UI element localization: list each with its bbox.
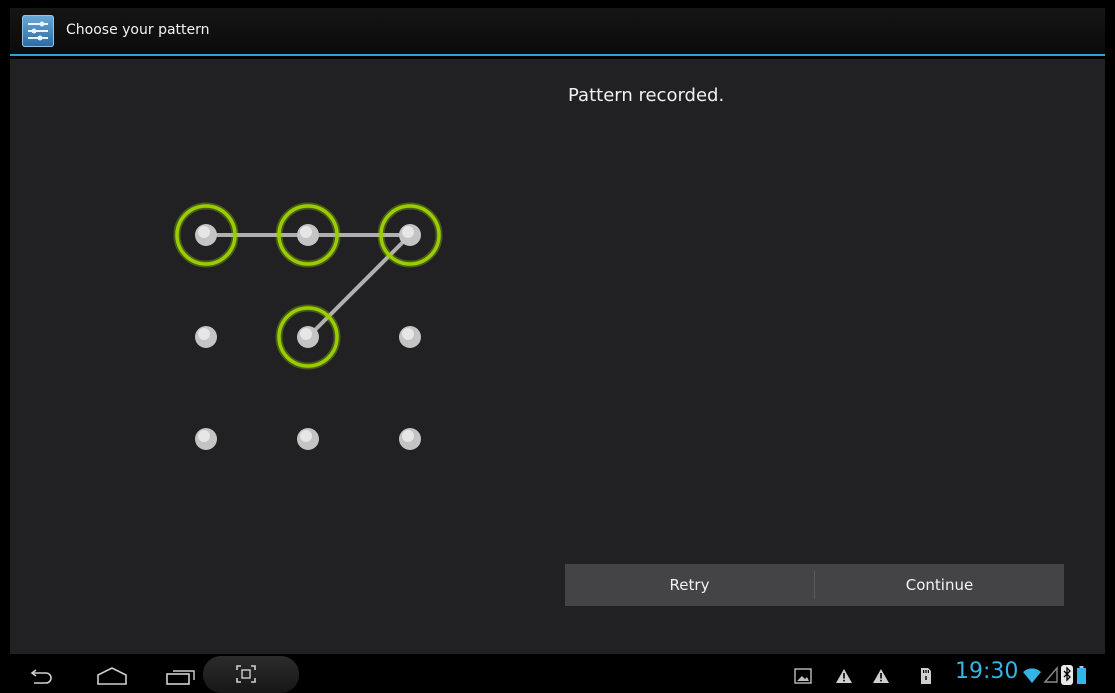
system-bar: 19:30 <box>10 656 1105 693</box>
screenshot-icon <box>236 665 256 683</box>
content-area: Pattern recorded. Retry Continue <box>10 59 1105 654</box>
pattern-path-line <box>204 233 412 339</box>
gallery-notification-icon[interactable] <box>794 668 812 684</box>
action-bar: Choose your pattern <box>10 8 1105 54</box>
clock[interactable]: 19:30 <box>955 659 1018 684</box>
screenshot-button[interactable] <box>203 656 299 693</box>
pattern-dot-5[interactable] <box>275 304 341 370</box>
recent-apps-icon[interactable] <box>165 668 197 686</box>
battery-icon[interactable] <box>1077 666 1086 684</box>
pattern-status-text: Pattern recorded. <box>568 85 725 106</box>
continue-button[interactable]: Continue <box>815 564 1064 606</box>
pattern-dot-6[interactable] <box>399 326 421 348</box>
bluetooth-icon[interactable] <box>1061 665 1073 685</box>
back-icon[interactable] <box>28 669 54 685</box>
signal-icon[interactable] <box>1043 666 1059 684</box>
lock-pattern-grid[interactable] <box>160 189 460 489</box>
pattern-dot-9[interactable] <box>399 428 421 450</box>
home-icon[interactable] <box>95 666 129 686</box>
pattern-dot-7[interactable] <box>195 428 217 450</box>
tablet-screen: Choose your pattern Pattern recorded. Re… <box>10 8 1105 693</box>
warning-icon[interactable] <box>835 668 853 684</box>
button-bar: Retry Continue <box>565 564 1064 606</box>
page-title: Choose your pattern <box>66 22 210 38</box>
action-bar-divider <box>10 54 1105 56</box>
settings-sliders-icon[interactable] <box>22 15 54 47</box>
warning-icon[interactable] <box>872 668 890 684</box>
pattern-dot-4[interactable] <box>195 326 217 348</box>
retry-button[interactable]: Retry <box>565 564 814 606</box>
pattern-dot-8[interactable] <box>297 428 319 450</box>
wifi-icon[interactable] <box>1022 666 1042 684</box>
sd-card-icon[interactable] <box>920 667 932 685</box>
